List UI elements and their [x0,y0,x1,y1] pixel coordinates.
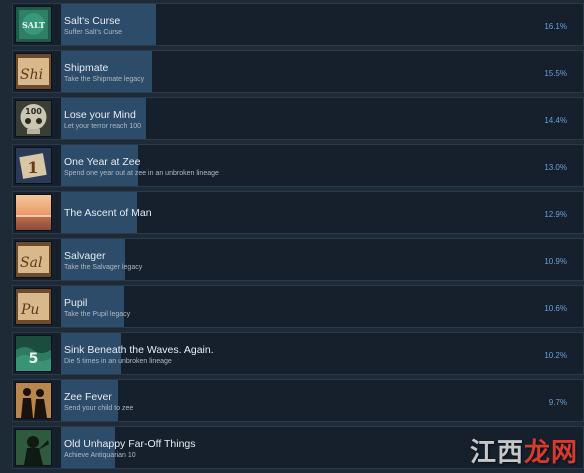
achievement-desc: Suffer Salt's Curse [64,29,123,36]
achievement-row[interactable]: Sal Salvager Take the Salvager legacy 10… [12,238,584,281]
site-watermark: 江西龙网 [470,432,578,469]
antiquarian-icon [15,429,52,466]
achievement-desc: Take the Pupil legacy [64,311,131,318]
shipmate-scroll-icon: Shi [15,53,52,90]
achievement-desc: Die 5 times in an unbroken lineage [64,358,172,365]
waves-five-icon: 5 [15,335,52,372]
pupil-scroll-icon: Pu [15,288,52,325]
couple-silhouette-icon [15,382,52,419]
achievement-name: Sink Beneath the Waves. Again. [64,344,214,356]
achievement-desc: Send your child to zee [64,405,134,412]
achievement-row[interactable]: Pu Pupil Take the Pupil legacy 10.6% [12,285,584,328]
achievements-page: SALT Salt's Curse Suffer Salt's Curse 16… [0,0,584,473]
achievement-percent: 9.7% [548,398,567,407]
achievement-desc: Achieve Antiquarian 10 [64,452,136,459]
achievement-name: Salvager [64,250,106,262]
skull-100-icon: 100 [15,100,52,137]
achievement-percent: 10.2% [544,351,567,360]
achievement-name: Shipmate [64,62,109,74]
salvager-icon-text: Sal [20,255,42,271]
achievement-row[interactable]: Zee Fever Send your child to zee 9.7% [12,379,584,422]
achievement-percent: 10.9% [544,257,567,266]
achievement-name: Zee Fever [64,391,112,403]
achievement-name: Old Unhappy Far-Off Things [64,438,196,450]
pupil-icon-text: Pu [20,302,39,318]
achievement-desc: Take the Salvager legacy [64,264,143,271]
achievement-name: Salt's Curse [64,15,121,27]
salvager-scroll-icon: Sal [15,241,52,278]
achievement-percent: 14.4% [544,116,567,125]
skull-icon-text: 100 [25,107,42,116]
watermark-text-2: 龙网 [523,438,578,468]
achievement-desc: Let your terror reach 100 [64,123,142,130]
achievement-name: Lose your Mind [64,109,136,121]
calendar-icon-text: 1 [27,158,38,177]
salt-icon-text: SALT [22,20,45,30]
sunset-icon [15,194,52,231]
achievement-row[interactable]: SALT Salt's Curse Suffer Salt's Curse 16… [12,3,584,46]
achievement-row[interactable]: 5 Sink Beneath the Waves. Again. Die 5 t… [12,332,584,375]
achievement-percent: 10.6% [544,304,567,313]
salt-icon: SALT [15,6,52,43]
achievement-name: One Year at Zee [64,156,141,168]
achievement-percent: 12.9% [544,210,567,219]
achievement-name: Pupil [64,297,88,309]
watermark-text-1: 江西 [469,438,524,468]
shipmate-icon-text: Shi [20,67,43,83]
achievement-percent: 13.0% [544,163,567,172]
achievement-name: The Ascent of Man [64,207,152,219]
achievement-percent: 15.5% [544,69,567,78]
calendar-one-icon: 1 [15,147,52,184]
achievement-row[interactable]: The Ascent of Man 12.9% [12,191,584,234]
achievement-row[interactable]: 1 One Year at Zee Spend one year out at … [12,144,584,187]
achievement-desc: Take the Shipmate legacy [64,76,145,83]
achievement-row[interactable]: Shi Shipmate Take the Shipmate legacy 15… [12,50,584,93]
waves-icon-text: 5 [29,351,39,367]
achievement-row[interactable]: 100 Lose your Mind Let your terror reach… [12,97,584,140]
achievement-desc: Spend one year out at zee in an unbroken… [64,170,219,177]
achievement-percent: 16.1% [544,22,567,31]
